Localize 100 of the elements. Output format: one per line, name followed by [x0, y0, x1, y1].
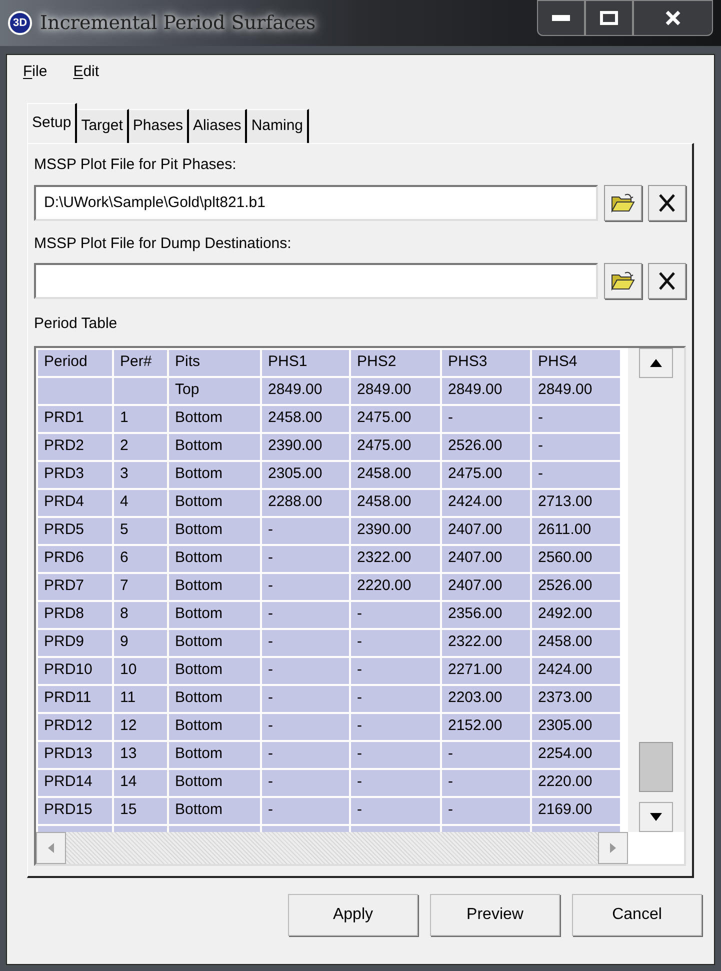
table-cell: 2305.00	[532, 714, 622, 740]
window-title: Incremental Period Surfaces	[40, 10, 316, 36]
table-cell: 2849.00	[351, 378, 442, 404]
table-cell: 3	[114, 462, 169, 488]
table-cell: Bottom	[169, 686, 262, 712]
table-cell: 2424.00	[442, 490, 532, 516]
tab[interactable]: Target	[77, 109, 129, 143]
table-cell: 7	[114, 574, 169, 600]
table-cell: 2220.00	[532, 770, 622, 796]
table-cell: 13	[114, 742, 169, 768]
table-cell: 5	[114, 518, 169, 544]
table-cell: -	[442, 406, 532, 432]
clear-button[interactable]	[648, 184, 686, 220]
table-cell: 2458.00	[351, 462, 442, 488]
table-cell: 1	[114, 406, 169, 432]
minimize-button[interactable]	[537, 0, 585, 36]
table-cell: Bottom	[169, 490, 262, 516]
table-cell: -	[262, 574, 351, 600]
table-cell: -	[442, 798, 532, 824]
file-path-field[interactable]: D:\UWork\Sample\Gold\plt821.b1	[34, 184, 598, 220]
vertical-scrollbar[interactable]	[628, 348, 684, 832]
table-cell: Bottom	[169, 742, 262, 768]
table-cell: Bottom	[169, 630, 262, 656]
table-cell: 2713.00	[532, 490, 622, 516]
table-cell: -	[351, 798, 442, 824]
table-cell: -	[262, 798, 351, 824]
table-cell: 2407.00	[442, 518, 532, 544]
scroll-down-button[interactable]	[639, 802, 673, 832]
table-cell: -	[262, 546, 351, 572]
table-cell: Bottom	[169, 714, 262, 740]
table-cell: Bottom	[169, 518, 262, 544]
maximize-button[interactable]	[585, 0, 633, 36]
table-cell: PRD5	[38, 518, 114, 544]
table-cell: -	[262, 742, 351, 768]
table-cell: -	[262, 770, 351, 796]
column-header: Per#	[114, 350, 169, 376]
right-arrow-icon	[610, 842, 616, 852]
table-cell: Bottom	[169, 770, 262, 796]
table-cell: 2407.00	[442, 546, 532, 572]
table-cell: -	[442, 742, 532, 768]
close-button[interactable]	[633, 0, 713, 36]
table-cell: 2849.00	[532, 378, 622, 404]
browse-button[interactable]	[604, 263, 642, 299]
table-cell: Bottom	[169, 602, 262, 628]
table-cell: -	[532, 434, 622, 460]
file-path-field[interactable]	[34, 263, 598, 299]
table-cell: -	[351, 714, 442, 740]
column-header: PHS3	[442, 350, 532, 376]
table-cell: -	[351, 630, 442, 656]
table-cell: PRD14	[38, 770, 114, 796]
scroll-thumb[interactable]	[639, 742, 673, 792]
table-cell: 2526.00	[532, 574, 622, 600]
table-cell: 2611.00	[532, 518, 622, 544]
table-cell: Bottom	[169, 546, 262, 572]
dialog-button[interactable]: Apply	[288, 894, 418, 936]
table-cell: 2356.00	[442, 602, 532, 628]
table-cell: 2	[114, 434, 169, 460]
table-cell: 2849.00	[442, 378, 532, 404]
table-cell: 2458.00	[262, 406, 351, 432]
table-cell: -	[262, 658, 351, 684]
table-cell: -	[262, 518, 351, 544]
menu-item[interactable]: File	[23, 60, 48, 84]
table-cell: 4	[114, 490, 169, 516]
clear-icon	[657, 192, 677, 212]
table-cell: 2288.00	[262, 490, 351, 516]
table-cell: -	[532, 406, 622, 432]
tab[interactable]: Aliases	[188, 109, 248, 143]
dialog-button[interactable]: Preview	[430, 894, 560, 936]
table-cell: -	[262, 714, 351, 740]
tab[interactable]: Setup	[27, 103, 78, 143]
table-cell: -	[351, 742, 442, 768]
table-cell: -	[351, 686, 442, 712]
table-cell: 2322.00	[442, 630, 532, 656]
field-label: MSSP Plot File for Dump Destinations:	[34, 234, 292, 254]
table-cell: PRD7	[38, 574, 114, 600]
tab[interactable]: Naming	[247, 109, 309, 143]
table-cell: 2254.00	[532, 742, 622, 768]
section-label: Period Table	[34, 314, 118, 334]
table-cell: 2492.00	[532, 602, 622, 628]
table-cell: 2271.00	[442, 658, 532, 684]
clear-button[interactable]	[648, 263, 686, 299]
table-cell: Bottom	[169, 462, 262, 488]
table-cell: PRD15	[38, 798, 114, 824]
table-cell: Bottom	[169, 658, 262, 684]
table-cell: PRD9	[38, 630, 114, 656]
table-cell: 2152.00	[442, 714, 532, 740]
dialog-button[interactable]: Cancel	[572, 894, 702, 936]
clear-icon	[657, 271, 677, 291]
browse-button[interactable]	[604, 184, 642, 220]
table-cell: 2390.00	[262, 434, 351, 460]
table-cell: PRD2	[38, 434, 114, 460]
scroll-up-button[interactable]	[639, 348, 673, 378]
table-cell: -	[262, 630, 351, 656]
table-cell: PRD12	[38, 714, 114, 740]
table-cell: PRD1	[38, 406, 114, 432]
tab[interactable]: Phases	[128, 109, 189, 143]
table-cell: Bottom	[169, 406, 262, 432]
table-cell: 6	[114, 546, 169, 572]
menu-item[interactable]: Edit	[73, 60, 100, 84]
table-cell: 12	[114, 714, 169, 740]
